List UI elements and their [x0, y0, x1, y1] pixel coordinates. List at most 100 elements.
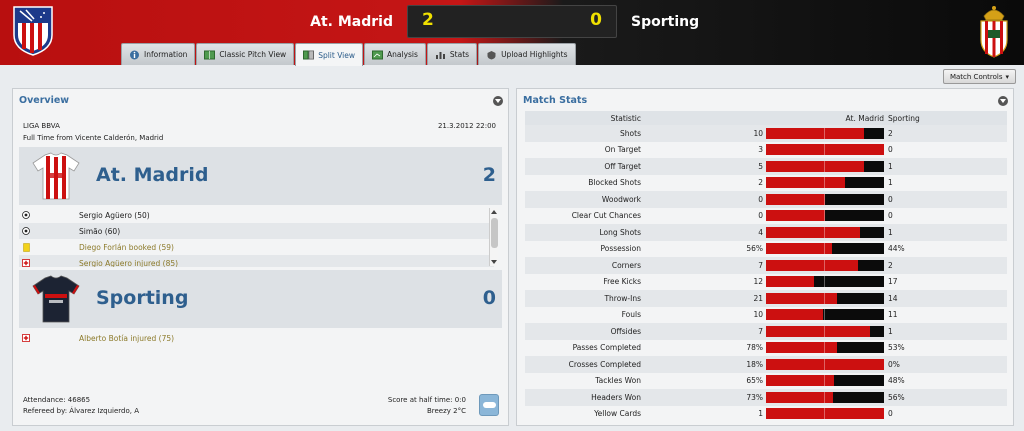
match-datetime: 21.3.2012 22:00 — [437, 122, 496, 130]
stat-comparison-bar — [766, 210, 884, 222]
stat-comparison-bar — [766, 243, 884, 255]
stat-away-value: 56% — [888, 392, 905, 402]
collapse-overview-icon[interactable] — [493, 96, 503, 106]
bar-midline — [824, 127, 825, 139]
stat-label: Offsides — [610, 326, 641, 336]
tab-classic-pitch-view[interactable]: Classic Pitch View — [196, 43, 295, 65]
table-row: Blocked Shots 2 1 — [525, 175, 1007, 192]
table-row: Possession 56% 44% — [525, 241, 1007, 258]
bar-midline — [824, 358, 825, 370]
stat-home-value: 21 — [753, 293, 763, 303]
away-team-name[interactable]: Sporting — [631, 14, 699, 30]
home-share-fill — [766, 292, 837, 304]
scroll-up-icon[interactable] — [491, 210, 497, 214]
scrollbar-thumb[interactable] — [491, 218, 498, 248]
table-row: Offsides 7 1 — [525, 323, 1007, 340]
stat-comparison-bar — [766, 177, 884, 189]
away-crest-icon[interactable] — [976, 4, 1012, 59]
stat-label: Fouls — [621, 310, 641, 320]
overview-panel: Overview LIGA BBVA 21.3.2012 22:00 Full … — [12, 88, 509, 426]
collapse-stats-icon[interactable] — [998, 96, 1008, 106]
tab-split-view[interactable]: Split View — [295, 43, 363, 66]
stat-home-value: 2 — [758, 178, 763, 188]
referee-text[interactable]: Refereed by: Álvarez Izquierdo, A — [23, 407, 139, 415]
stat-away-value: 1 — [888, 326, 893, 336]
split-view-icon — [303, 50, 315, 60]
tab-stats[interactable]: Stats — [426, 43, 478, 65]
bar-midline — [824, 276, 825, 288]
match-stats-panel: Match Stats Statistic At. Madrid Sportin… — [516, 88, 1014, 426]
bar-midline — [824, 144, 825, 156]
match-controls-label: Match Controls — [949, 72, 1003, 81]
stat-label: Free Kicks — [603, 277, 641, 287]
stat-label: Clear Cut Chances — [571, 211, 641, 221]
table-row: Passes Completed 78% 53% — [525, 340, 1007, 357]
stats-rows: Shots 10 2 On Target 3 0 Off Target 5 1 Blocked S… — [525, 125, 1007, 422]
stat-comparison-bar — [766, 160, 884, 172]
chevron-down-icon: ▾ — [1005, 72, 1010, 81]
stat-label: Shots — [620, 128, 641, 138]
stat-home-value: 78% — [746, 343, 763, 353]
tab-label: Split View — [318, 50, 355, 60]
home-team-title[interactable]: At. Madrid — [96, 164, 208, 186]
tab-label: Upload Highlights — [501, 50, 568, 59]
scoreboard: 2 0 — [407, 5, 617, 38]
stat-comparison-bar — [766, 226, 884, 238]
home-share-fill — [766, 144, 884, 156]
stat-home-value: 0 — [758, 194, 763, 204]
event-text: Alberto Botía injured (75) — [79, 333, 175, 343]
stat-home-value: 73% — [746, 392, 763, 402]
event-text: Sergio Agüero injured (85) — [79, 258, 179, 268]
stat-label: Possession — [600, 244, 641, 254]
stat-away-value: 0 — [888, 194, 893, 204]
stat-away-value: 14 — [888, 293, 898, 303]
competition-name[interactable]: LIGA BBVA — [23, 122, 60, 130]
stat-label: Throw-Ins — [604, 293, 641, 303]
view-tabs: Information Classic Pitch View Split Vie… — [121, 43, 577, 66]
scroll-down-icon[interactable] — [491, 260, 497, 264]
list-item: Diego Forlán booked (59) — [19, 239, 494, 255]
stat-home-value: 0 — [758, 211, 763, 221]
table-row: Tackles Won 65% 48% — [525, 373, 1007, 390]
home-share-fill — [766, 177, 846, 189]
away-team-title[interactable]: Sporting — [96, 287, 188, 309]
stat-comparison-bar — [766, 342, 884, 354]
list-item: Simão (60) — [19, 223, 494, 239]
stat-label: Passes Completed — [572, 343, 641, 353]
away-team-score: 0 — [482, 287, 496, 309]
stat-comparison-bar — [766, 276, 884, 288]
home-share-fill — [766, 160, 864, 172]
list-item: Alberto Botía injured (75) — [19, 330, 494, 346]
bar-midline — [824, 259, 825, 271]
stat-label: Corners — [611, 260, 641, 270]
tab-label: Analysis — [387, 50, 418, 59]
home-events-list[interactable]: Sergio Agüero (50) Simão (60) Diego Forl… — [19, 207, 494, 267]
home-team-row: At. Madrid 2 — [19, 147, 502, 205]
tab-upload-highlights[interactable]: Upload Highlights — [478, 43, 576, 65]
table-row: Crosses Completed 18% 0% — [525, 356, 1007, 373]
stat-away-value: 48% — [888, 376, 905, 386]
tab-information[interactable]: Information — [121, 43, 196, 65]
stat-home-value: 56% — [746, 244, 763, 254]
stat-comparison-bar — [766, 193, 884, 205]
table-row: Long Shots 4 1 — [525, 224, 1007, 241]
bar-midline — [824, 292, 825, 304]
home-team-name[interactable]: At. Madrid — [310, 14, 393, 30]
table-row: Clear Cut Chances 0 0 — [525, 208, 1007, 225]
home-share-fill — [766, 325, 870, 337]
table-row: On Target 3 0 — [525, 142, 1007, 159]
events-scrollbar[interactable] — [489, 208, 498, 266]
match-controls-button[interactable]: Match Controls ▾ — [943, 69, 1016, 84]
bar-midline — [824, 375, 825, 387]
stat-label: Woodwork — [601, 194, 641, 204]
home-share-fill — [766, 276, 815, 288]
venue-text: Full Time from Vicente Calderón, Madrid — [23, 134, 164, 142]
bar-midline — [824, 309, 825, 321]
halftime-score: Score at half time: 0:0 — [387, 396, 466, 404]
home-share-fill — [766, 309, 823, 321]
home-crest-icon[interactable] — [12, 5, 54, 57]
stat-label: On Target — [604, 145, 641, 155]
tab-analysis[interactable]: Analysis — [364, 43, 426, 65]
injury-icon — [22, 334, 30, 342]
stat-label: Crosses Completed — [568, 359, 641, 369]
